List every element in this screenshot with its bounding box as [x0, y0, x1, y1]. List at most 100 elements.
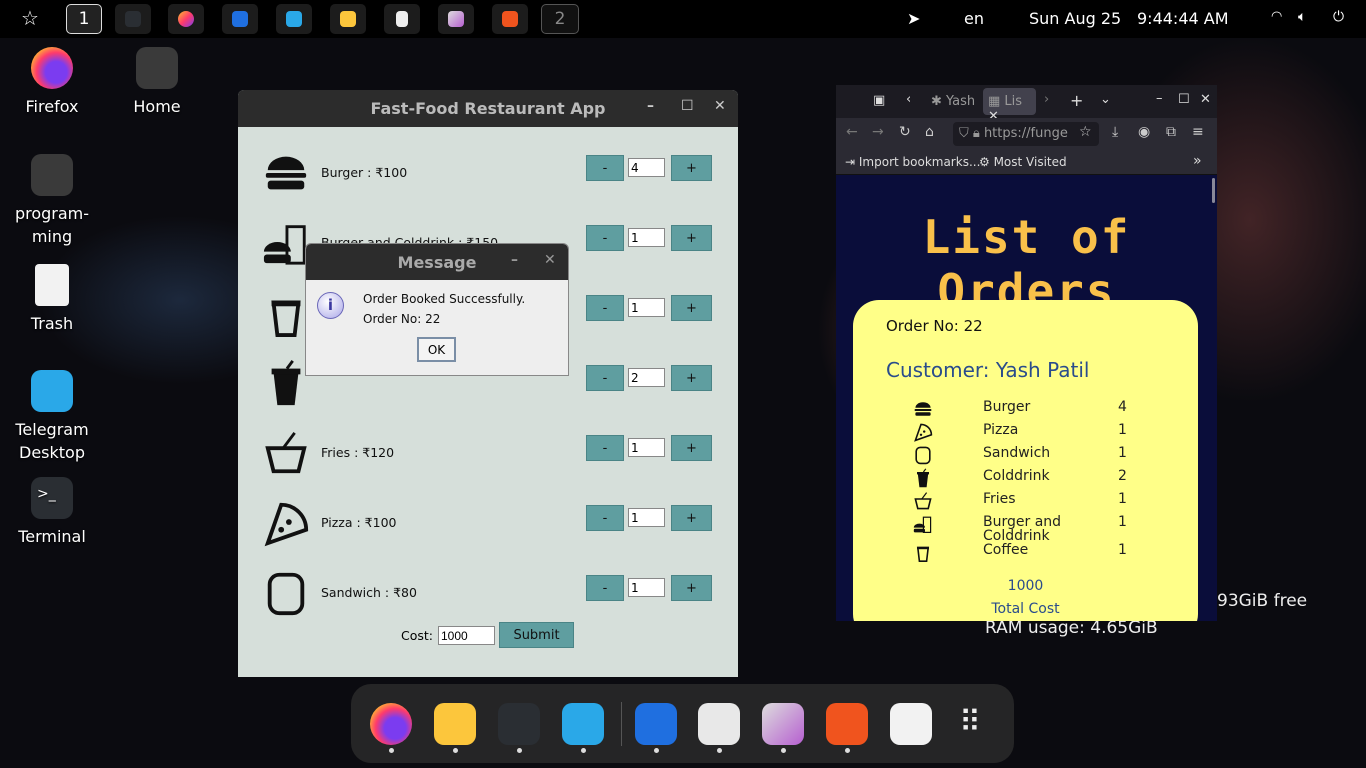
quantity-field[interactable] [628, 298, 665, 317]
workspace-label: 2 [554, 9, 566, 29]
taskbar-telegram[interactable] [276, 4, 312, 34]
dock-terminal-icon[interactable] [498, 703, 540, 745]
increase-button[interactable]: + [671, 575, 712, 601]
workspace-1-button[interactable]: 1 [66, 4, 102, 34]
desktop-icon-home[interactable]: Home [102, 47, 212, 118]
url-bar[interactable]: ⛉ 🔒︎ https://funge [953, 122, 1099, 146]
dialog-titlebar[interactable]: Message – ✕ [306, 244, 568, 280]
dock-document-viewer-icon[interactable] [698, 703, 740, 745]
close-button[interactable]: ✕ [714, 98, 726, 114]
taskbar-terminal[interactable] [115, 4, 151, 34]
dock-telegram-icon[interactable] [562, 703, 604, 745]
telegram-tray-icon[interactable]: ➤ [907, 9, 920, 28]
taskbar-document-viewer[interactable] [384, 4, 420, 34]
tab-list-of-orders[interactable]: ▦ Lis ✕ [983, 88, 1036, 124]
quantity-field[interactable] [628, 578, 665, 597]
decrease-button[interactable]: - [586, 295, 624, 321]
quantity-field[interactable] [628, 368, 665, 387]
submit-button[interactable]: Submit [499, 622, 574, 648]
back-button[interactable]: ← [846, 124, 858, 140]
decrease-button[interactable]: - [586, 225, 624, 251]
dock-files-icon[interactable] [434, 703, 476, 745]
power-icon[interactable]: ⏻ [1333, 9, 1344, 25]
taskbar-vscode[interactable] [222, 4, 258, 34]
customer-name: Customer: Yash Patil [886, 358, 1090, 382]
burger-icon [262, 149, 312, 197]
menu-icon[interactable]: ≡ [1192, 124, 1204, 140]
bookmark-import[interactable]: ⇥ Import bookmarks... [845, 155, 980, 169]
burger-icon [913, 399, 933, 422]
maximize-button[interactable]: ☐ [681, 98, 694, 114]
home-button[interactable]: ⌂ [925, 124, 934, 140]
desktop-icon-programming[interactable]: program- ming [0, 154, 107, 248]
reload-button[interactable]: ↻ [899, 124, 911, 140]
increase-button[interactable]: + [671, 225, 712, 251]
wifi-icon[interactable]: ◠ [1271, 9, 1282, 24]
minimize-button[interactable]: – [1156, 91, 1163, 106]
dock-firefox-icon[interactable] [370, 703, 412, 745]
order-item-name: Burger and Colddrink [983, 514, 1062, 544]
dock-app-grid-icon[interactable]: ⠿ [953, 703, 995, 745]
desktop-icon-firefox[interactable]: Firefox [0, 47, 107, 118]
fries-icon [913, 491, 933, 514]
cost-field[interactable] [438, 626, 495, 645]
decrease-button[interactable]: - [586, 365, 624, 391]
workspace-2-button[interactable]: 2 [541, 4, 579, 34]
extensions-icon[interactable]: ⧉ [1166, 124, 1176, 140]
favorites-star-icon[interactable]: ☆ [21, 6, 39, 30]
desktop-icon-terminal[interactable]: >_ Terminal [0, 477, 107, 548]
list-tabs-button[interactable]: ⌄ [1100, 92, 1111, 107]
ok-button[interactable]: OK [417, 337, 456, 362]
increase-button[interactable]: + [671, 435, 712, 461]
firefox-view-icon[interactable]: ▣ [873, 93, 885, 108]
dock-image-viewer-icon[interactable] [762, 703, 804, 745]
decrease-button[interactable]: - [586, 435, 624, 461]
quantity-field[interactable] [628, 508, 665, 527]
scrollbar[interactable] [1212, 178, 1215, 203]
dock-pamac-icon[interactable] [826, 703, 868, 745]
language-indicator[interactable]: en [964, 9, 984, 28]
order-item-qty: 1 [1118, 542, 1127, 558]
decrease-button[interactable]: - [586, 575, 624, 601]
tab-scroll-right[interactable]: › [1044, 92, 1049, 107]
minimize-button[interactable]: – [647, 98, 654, 114]
clock-label[interactable]: 9:44:44 AM [1137, 9, 1229, 28]
quantity-field[interactable] [628, 228, 665, 247]
downloads-icon[interactable]: ⤓ [1112, 124, 1118, 140]
desktop-icon-trash[interactable]: Trash [0, 264, 107, 335]
menu-item-row: Pizza : ₹100 - + [238, 493, 738, 553]
new-tab-button[interactable]: + [1070, 91, 1083, 110]
decrease-button[interactable]: - [586, 505, 624, 531]
maximize-button[interactable]: ☐ [1178, 92, 1190, 107]
increase-button[interactable]: + [671, 155, 712, 181]
taskbar-image-viewer[interactable] [438, 4, 474, 34]
bookmark-star-icon[interactable]: ☆ [1079, 124, 1092, 140]
increase-button[interactable]: + [671, 505, 712, 531]
volume-icon[interactable]: 🔈︎ [1298, 9, 1306, 25]
account-icon[interactable]: ◉ [1138, 124, 1150, 140]
date-label[interactable]: Sun Aug 25 [1029, 9, 1121, 28]
tab-yash[interactable]: ✱ Yash [931, 94, 975, 109]
menu-item-label: Fries : ₹120 [321, 445, 395, 460]
dock-vscode-icon[interactable] [635, 703, 677, 745]
increase-button[interactable]: + [671, 365, 712, 391]
desktop-icon-telegram[interactable]: Telegram Desktop [0, 370, 107, 464]
close-button[interactable]: ✕ [1200, 92, 1211, 107]
taskbar-firefox[interactable] [168, 4, 204, 34]
window-titlebar[interactable]: Fast-Food Restaurant App – ☐ ✕ [238, 90, 738, 127]
menu-item-row: Fries : ₹120 - + [238, 423, 738, 483]
taskbar-pamac[interactable] [492, 4, 528, 34]
increase-button[interactable]: + [671, 295, 712, 321]
dialog-minimize-button[interactable]: – [511, 252, 518, 268]
dock-trash-icon[interactable] [890, 703, 932, 745]
taskbar-files[interactable] [330, 4, 366, 34]
decrease-button[interactable]: - [586, 155, 624, 181]
quantity-field[interactable] [628, 438, 665, 457]
forward-button[interactable]: → [872, 124, 884, 140]
bookmark-most-visited[interactable]: ⚙ Most Visited [979, 155, 1067, 169]
quantity-field[interactable] [628, 158, 665, 177]
tab-scroll-left[interactable]: ‹ [906, 92, 911, 107]
bookmarks-overflow-button[interactable]: » [1193, 153, 1202, 169]
dialog-close-button[interactable]: ✕ [544, 252, 556, 268]
trash-icon [35, 264, 69, 306]
